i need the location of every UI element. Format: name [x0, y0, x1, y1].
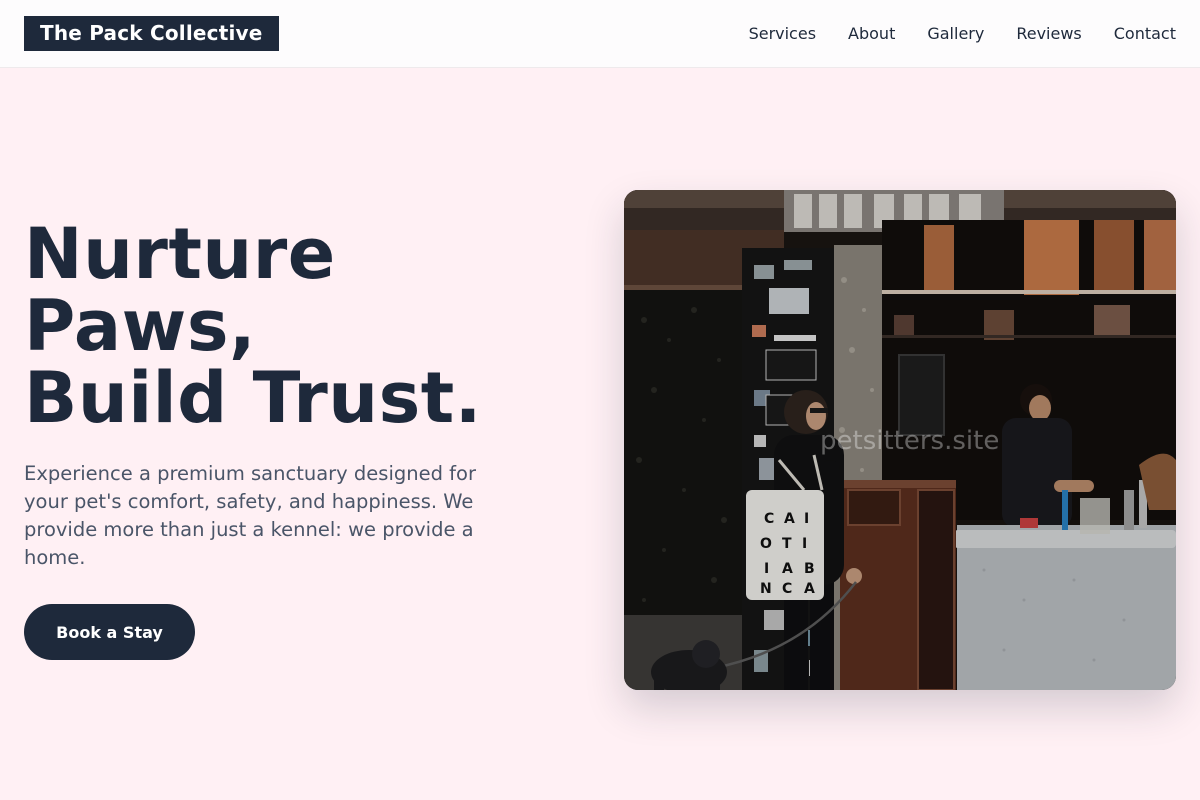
book-a-stay-button[interactable]: Book a Stay: [24, 604, 195, 660]
brand-logo[interactable]: The Pack Collective: [24, 16, 279, 51]
image-watermark: petsitters.site: [820, 426, 1000, 456]
navbar: The Pack Collective Services About Galle…: [0, 0, 1200, 68]
nav-link-contact[interactable]: Contact: [1114, 24, 1176, 43]
hero-title: Nurture Paws, Build Trust.: [24, 218, 524, 434]
hero-title-line: Paws,: [24, 285, 257, 367]
hero-image: CAI OTI IAB NCA petsitters.site: [624, 190, 1176, 690]
hero-title-line: Nurture: [24, 213, 336, 295]
hero-text: Nurture Paws, Build Trust. Experience a …: [24, 218, 524, 660]
nav-link-gallery[interactable]: Gallery: [927, 24, 984, 43]
nav-link-reviews[interactable]: Reviews: [1016, 24, 1081, 43]
hero-description: Experience a premium sanctuary designed …: [24, 462, 476, 569]
nav-links: Services About Gallery Reviews Contact: [749, 24, 1176, 43]
nav-link-services[interactable]: Services: [749, 24, 816, 43]
hero-title-line: Build Trust.: [24, 357, 482, 439]
nav-link-about[interactable]: About: [848, 24, 895, 43]
